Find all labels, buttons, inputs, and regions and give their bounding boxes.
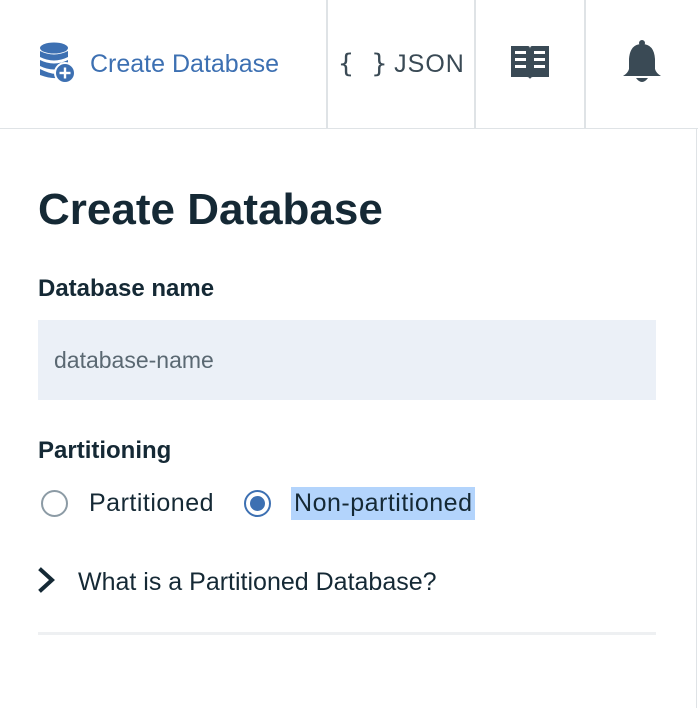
- partition-help-toggle[interactable]: What is a Partitioned Database?: [38, 567, 437, 598]
- toolbar-divider: [326, 0, 328, 128]
- database-name-label: Database name: [38, 275, 215, 302]
- documentation-button[interactable]: [476, 0, 584, 128]
- top-toolbar: Create Database { } JSON: [0, 0, 698, 129]
- section-divider: [38, 632, 656, 635]
- notifications-button[interactable]: [586, 0, 698, 128]
- bell-icon: [621, 39, 663, 90]
- json-label: JSON: [394, 49, 465, 78]
- create-database-button[interactable]: Create Database: [0, 0, 327, 128]
- partitioned-radio-label[interactable]: Partitioned: [89, 489, 214, 518]
- partition-help-label: What is a Partitioned Database?: [78, 568, 437, 596]
- database-add-icon: [38, 41, 76, 88]
- json-view-button[interactable]: { } JSON: [329, 0, 474, 128]
- partitioned-radio[interactable]: [41, 489, 68, 517]
- partitioning-label: Partitioning: [38, 437, 172, 464]
- book-icon: [509, 42, 551, 87]
- database-name-input[interactable]: [38, 320, 656, 400]
- non-partitioned-radio[interactable]: [244, 489, 272, 517]
- create-database-label: Create Database: [90, 49, 280, 78]
- partitioning-options: Partitioned Non-partitioned: [41, 483, 476, 523]
- non-partitioned-radio-label[interactable]: Non-partitioned: [291, 486, 476, 520]
- chevron-right-icon: [38, 567, 56, 598]
- page-title: Create Database: [38, 185, 383, 234]
- create-database-panel: Create Database Database name Partitioni…: [0, 129, 697, 708]
- braces-icon: { }: [338, 49, 389, 79]
